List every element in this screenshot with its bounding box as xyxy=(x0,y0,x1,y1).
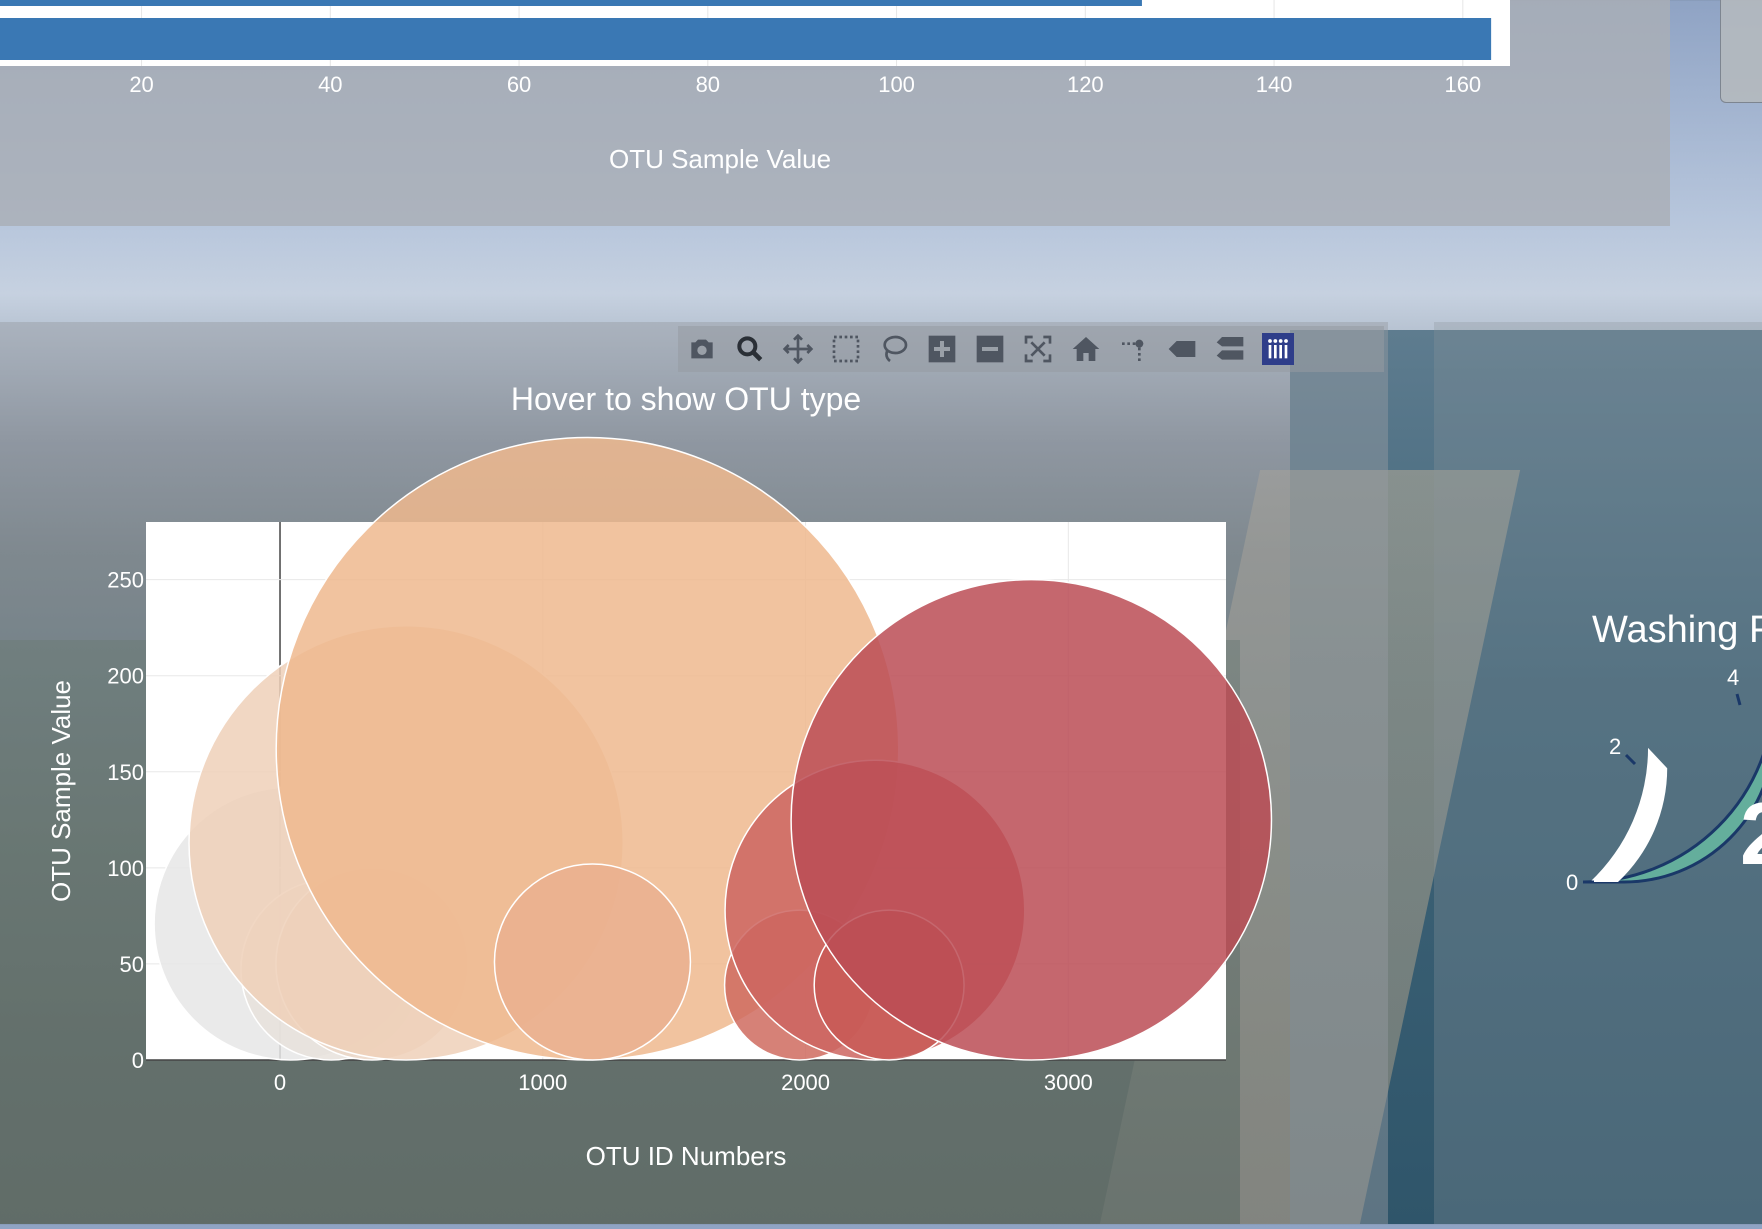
bubble-y-tick-label: 100 xyxy=(107,856,144,881)
bubble-x-tick-label: 1000 xyxy=(518,1070,567,1095)
gauge-chart: Washing F 0 2 4 2 xyxy=(1566,609,1762,895)
bar-x-tick-label: 100 xyxy=(878,72,915,97)
hover-compare-icon[interactable] xyxy=(1206,326,1254,372)
bar-x-tick-label: 160 xyxy=(1444,72,1481,97)
bar-1[interactable] xyxy=(0,18,1492,60)
bar-chart-panel: 20 40 60 80 100 120 140 160 OTU Sample Value xyxy=(0,0,1670,226)
gauge-value-number: 2 xyxy=(1740,784,1762,883)
bubble-x-tick-label: 3000 xyxy=(1044,1070,1093,1095)
bubble-y-tick-label: 250 xyxy=(107,568,144,593)
plotly-logo-icon[interactable] xyxy=(1254,326,1302,372)
bubble-point-5[interactable] xyxy=(493,863,692,1061)
bar-x-tick-label: 80 xyxy=(696,72,720,97)
bubble-chart: Hover to show OTU type 0 1000 2000 3000 0 50 1… xyxy=(46,381,1273,1171)
camera-icon[interactable] xyxy=(678,326,726,372)
zoom-icon[interactable] xyxy=(726,326,774,372)
gauge-tick-label-2: 2 xyxy=(1609,734,1621,759)
pan-icon[interactable] xyxy=(774,326,822,372)
bubble-point-9[interactable] xyxy=(790,578,1273,1061)
autoscale-icon[interactable] xyxy=(1014,326,1062,372)
bar-x-tick-label: 140 xyxy=(1256,72,1293,97)
reset-axes-icon[interactable] xyxy=(1062,326,1110,372)
gauge-tick-4 xyxy=(1735,693,1742,706)
bubble-x-tick-label: 0 xyxy=(274,1070,286,1095)
zoom-in-icon[interactable] xyxy=(918,326,966,372)
toggle-spike-lines-icon[interactable] xyxy=(1110,326,1158,372)
gauge-panel: Washing F 0 2 4 2 xyxy=(1434,322,1762,1224)
gauge-tick-label-0: 0 xyxy=(1566,870,1578,895)
bubble-y-axis-title: OTU Sample Value xyxy=(46,680,76,902)
zoom-out-icon[interactable] xyxy=(966,326,1014,372)
bubble-y-tick-label: 50 xyxy=(120,952,144,977)
gauge-tick-2 xyxy=(1624,753,1637,766)
bar-x-tick-label: 40 xyxy=(318,72,342,97)
bar-x-tick-label: 120 xyxy=(1067,72,1104,97)
bubble-chart-title: Hover to show OTU type xyxy=(511,381,861,417)
bubble-chart-panel: Hover to show OTU type 0 1000 2000 3000 0 50 1… xyxy=(0,322,1388,1224)
bubble-x-tick-label: 2000 xyxy=(781,1070,830,1095)
bubble-x-axis-title: OTU ID Numbers xyxy=(586,1141,787,1171)
box-select-icon[interactable] xyxy=(822,326,870,372)
plot-modebar xyxy=(678,326,1384,372)
bar-x-tick-label: 60 xyxy=(507,72,531,97)
bar-x-tick-label: 20 xyxy=(129,72,153,97)
side-card-edge xyxy=(1720,0,1762,103)
hover-closest-icon[interactable] xyxy=(1158,326,1206,372)
lasso-select-icon[interactable] xyxy=(870,326,918,372)
gauge-value-bar xyxy=(1590,747,1668,882)
bubble-y-tick-label: 150 xyxy=(107,760,144,785)
gauge-tick-label-4: 4 xyxy=(1727,665,1739,690)
gauge-title: Washing F xyxy=(1592,609,1762,651)
bar-x-axis-title: OTU Sample Value xyxy=(609,144,831,174)
bar-chart: 20 40 60 80 100 120 140 160 OTU Sample Value xyxy=(0,0,1510,174)
bubble-y-tick-label: 0 xyxy=(132,1048,144,1073)
bar-0[interactable] xyxy=(0,0,1142,6)
bubble-y-tick-label: 200 xyxy=(107,664,144,689)
gauge-band xyxy=(1583,753,1762,884)
